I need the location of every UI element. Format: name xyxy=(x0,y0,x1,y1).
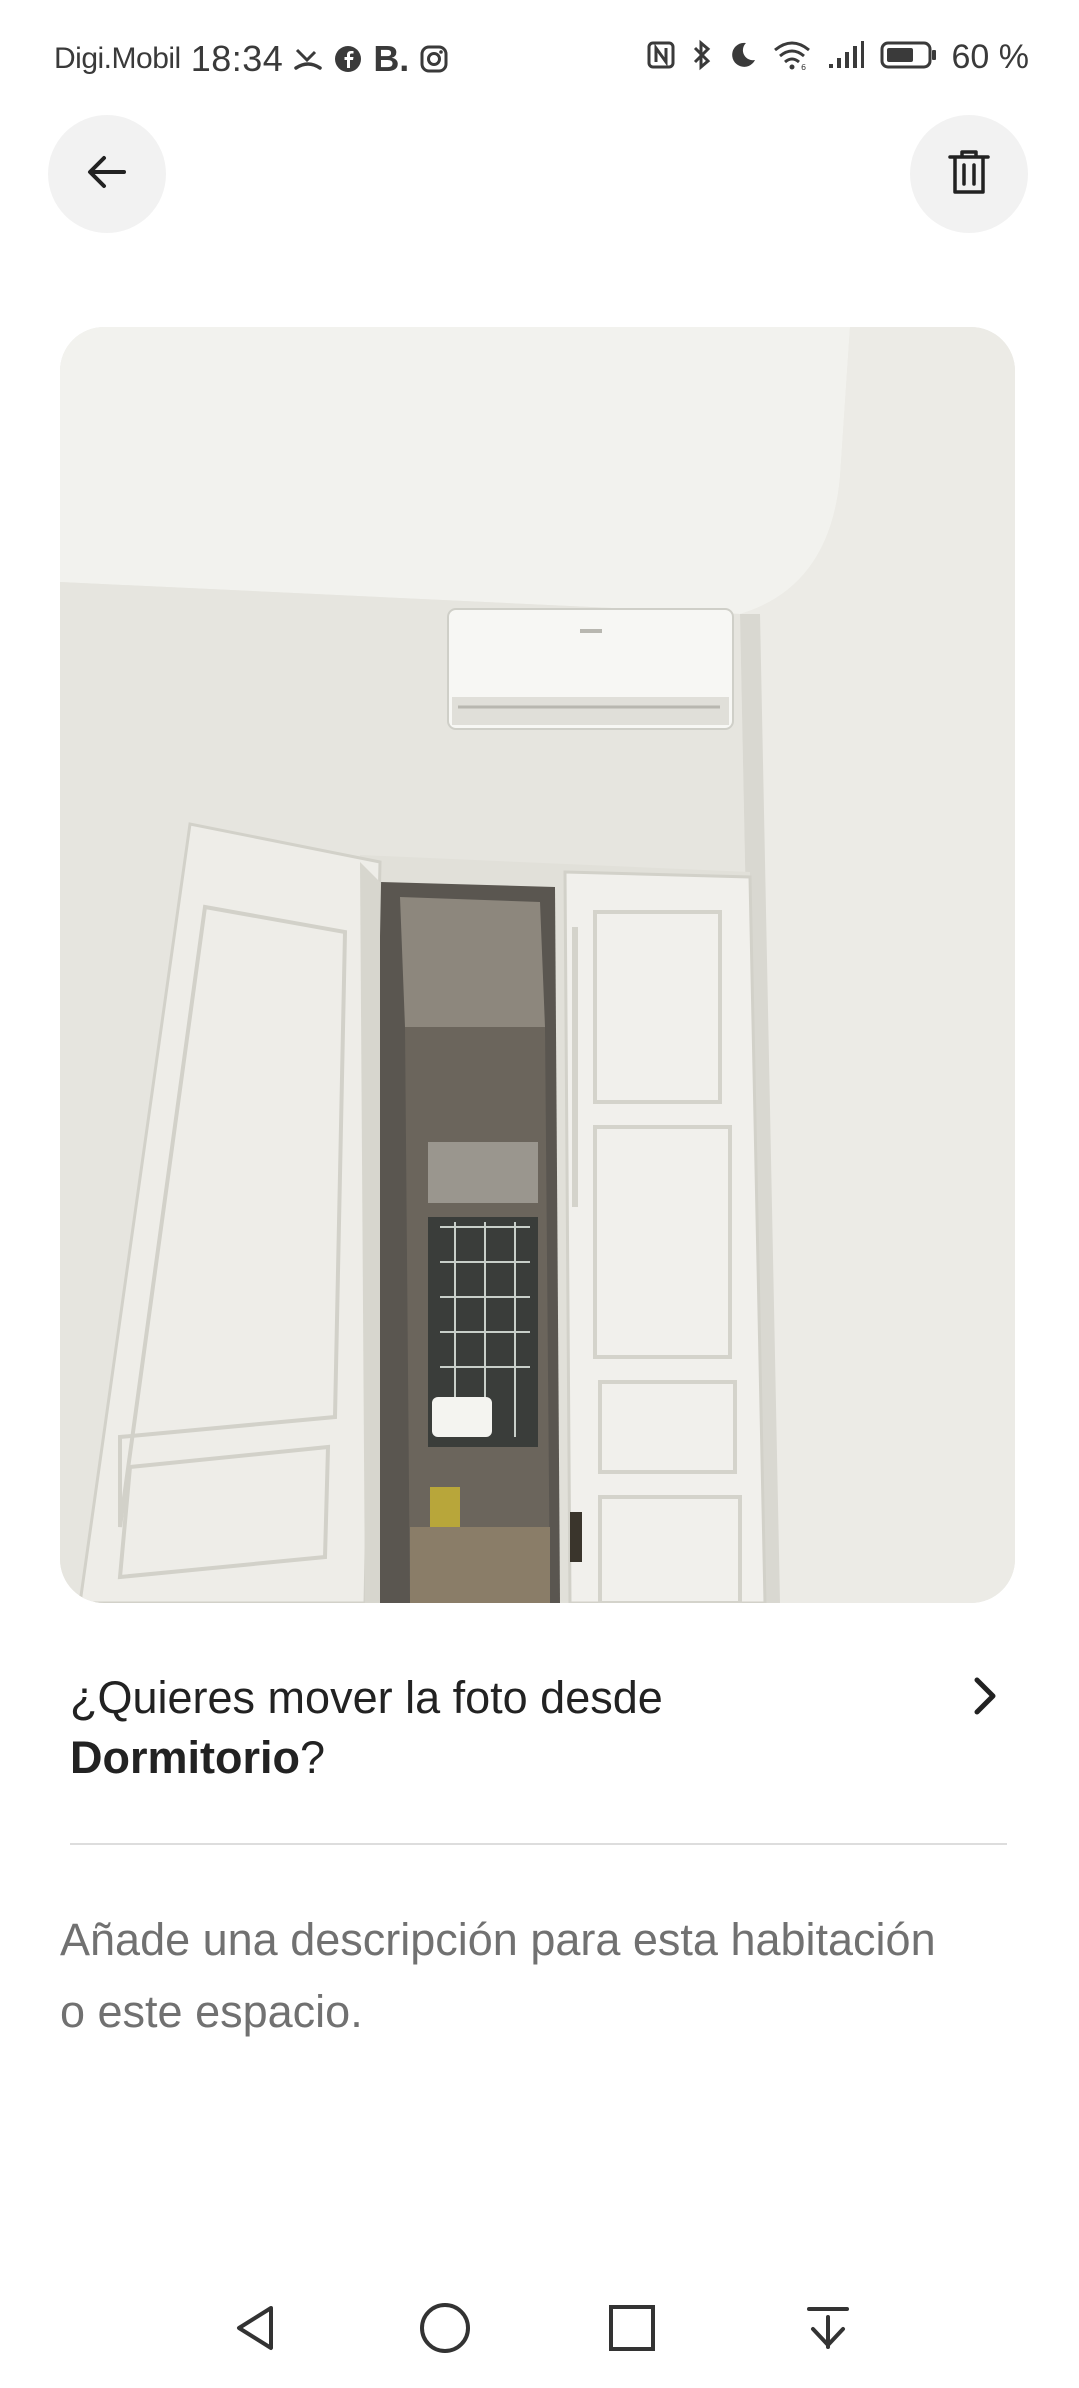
home-circle-icon xyxy=(418,2301,472,2360)
wifi-icon: 6 xyxy=(772,39,812,76)
recents-square-icon xyxy=(607,2303,657,2358)
signal-icon xyxy=(826,40,866,75)
room-photo-illustration xyxy=(60,327,1015,1603)
system-back-button[interactable] xyxy=(216,2290,296,2370)
b-app-icon: B. xyxy=(373,38,410,79)
system-recents-button[interactable] xyxy=(592,2290,672,2370)
status-left: Digi.Mobil 18:34 B. xyxy=(54,38,449,80)
system-notification-button[interactable] xyxy=(788,2290,868,2370)
missed-call-icon xyxy=(293,44,323,74)
status-right: 6 60 % xyxy=(646,38,1030,77)
clock: 18:34 xyxy=(190,38,284,79)
move-photo-row[interactable]: ¿Quieres mover la foto desde Dormitorio? xyxy=(70,1668,1010,1788)
trash-icon xyxy=(947,147,991,202)
nfc-icon xyxy=(646,40,676,75)
instagram-icon xyxy=(419,44,449,74)
battery-icon xyxy=(880,40,938,75)
arrow-left-icon xyxy=(82,147,132,202)
carrier-name: Digi.Mobil xyxy=(54,42,181,75)
notification-pull-icon xyxy=(803,2303,853,2358)
moon-icon xyxy=(728,40,758,75)
back-button[interactable] xyxy=(48,115,166,233)
chevron-right-icon xyxy=(970,1674,1000,1723)
move-photo-text: ¿Quieres mover la foto desde Dormitorio? xyxy=(70,1668,663,1788)
facebook-icon xyxy=(333,44,363,74)
room-photo[interactable] xyxy=(60,327,1015,1603)
svg-text:6: 6 xyxy=(801,63,806,71)
back-triangle-icon xyxy=(231,2303,281,2358)
system-home-button[interactable] xyxy=(405,2290,485,2370)
battery-percent: 60 % xyxy=(951,38,1030,76)
move-photo-prefix: ¿Quieres mover la foto desde xyxy=(70,1672,663,1723)
status-bar: Digi.Mobil 18:34 B. 6 60 % xyxy=(0,0,1079,120)
delete-button[interactable] xyxy=(910,115,1028,233)
divider xyxy=(70,1843,1007,1845)
system-nav-bar xyxy=(0,2290,1079,2388)
room-name: Dormitorio xyxy=(70,1732,300,1783)
air-conditioner xyxy=(447,608,734,730)
bluetooth-icon xyxy=(690,39,714,76)
description-input[interactable]: Añade una descripción para esta habitaci… xyxy=(60,1904,960,2048)
move-photo-suffix: ? xyxy=(300,1732,326,1783)
